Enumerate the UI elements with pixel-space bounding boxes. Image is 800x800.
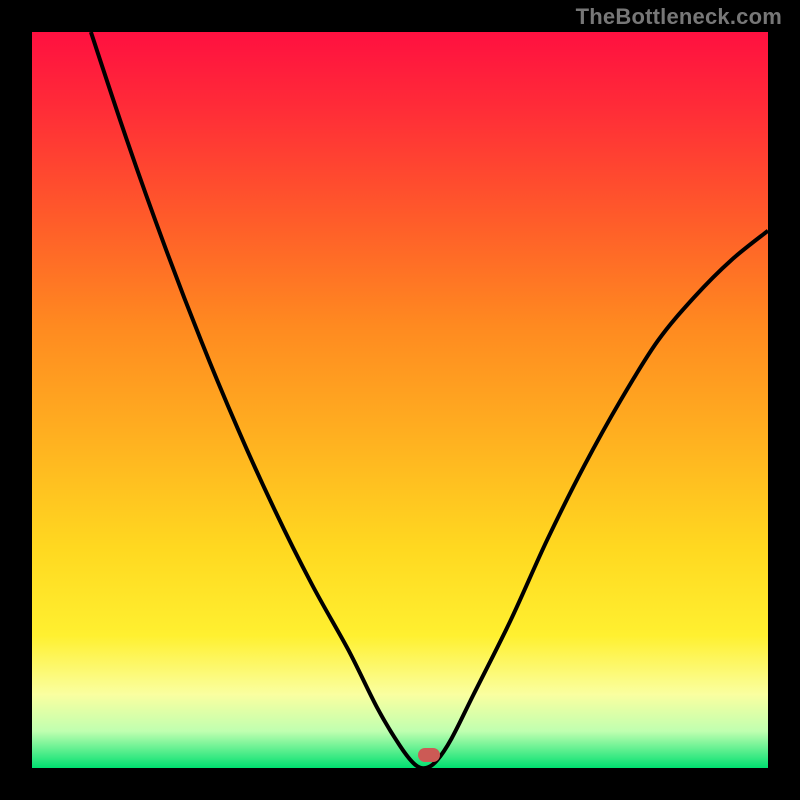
bottleneck-curve bbox=[32, 32, 768, 768]
chart-frame: TheBottleneck.com bbox=[0, 0, 800, 800]
curve-path bbox=[91, 32, 768, 768]
watermark-text: TheBottleneck.com bbox=[576, 4, 782, 30]
plot-area bbox=[32, 32, 768, 768]
optimum-marker bbox=[418, 748, 440, 762]
